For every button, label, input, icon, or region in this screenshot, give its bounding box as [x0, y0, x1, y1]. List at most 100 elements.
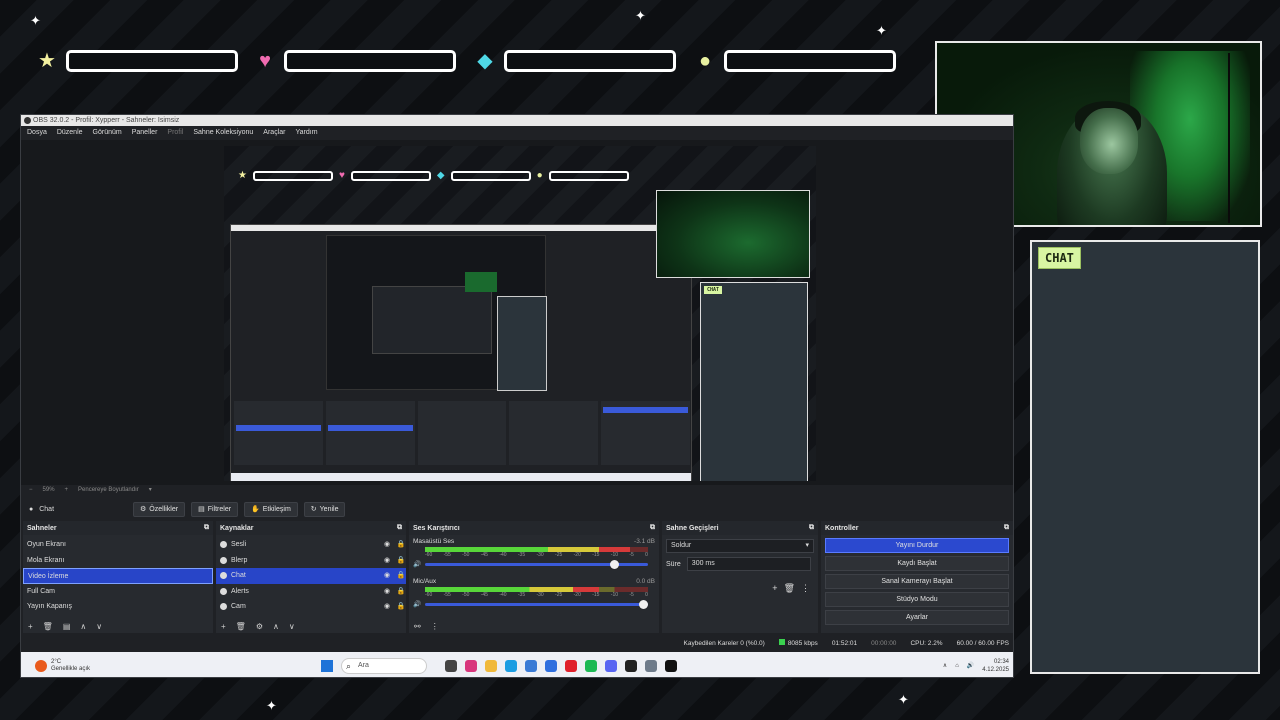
meter-scale: -60 -55 -50 -45 -40 -35 -30 -25 -20 -15 -10 -5 0 — [425, 592, 648, 598]
add-icon[interactable]: + — [772, 583, 777, 594]
zoom-plus-button[interactable]: + — [65, 485, 69, 496]
properties-button[interactable]: ⚙ Özellikler — [133, 501, 186, 517]
undock-icon[interactable]: ⧉ — [397, 524, 402, 532]
network-icon[interactable]: ⌂ — [955, 663, 959, 669]
scene-item[interactable]: Oyun Ekranı — [23, 537, 213, 553]
eye-icon[interactable]: ◉ — [382, 553, 392, 569]
scale-tick: -60 — [425, 552, 433, 558]
transition-selected: Soldur — [671, 542, 692, 549]
speaker-icon[interactable]: 🔊 — [413, 560, 421, 568]
zoom-fit-label[interactable]: Pencereye Boyutlandır — [78, 485, 139, 496]
scene-item[interactable]: Yayın Kapanış — [23, 599, 213, 615]
menu-view[interactable]: Görünüm — [93, 126, 122, 140]
start-virtual-camera-button[interactable]: Sanal Kamerayı Başlat — [825, 574, 1009, 589]
file-explorer-icon[interactable] — [485, 659, 497, 672]
scene-item[interactable]: Full Cam — [23, 584, 213, 600]
menu-scene-collection[interactable]: Sahne Koleksiyonu — [193, 126, 253, 140]
taskbar-clock[interactable]: 02:34 4.12.2025 — [982, 658, 1009, 674]
spotify-icon[interactable] — [585, 659, 597, 672]
discord-icon[interactable] — [605, 659, 617, 672]
menu-edit[interactable]: Düzenle — [57, 126, 83, 140]
filters-button[interactable]: ▤ Filtreler — [191, 501, 239, 517]
gear-icon[interactable]: ⚙ — [256, 622, 263, 631]
trash-icon[interactable]: 🗑 — [784, 583, 795, 594]
edge-icon[interactable] — [505, 659, 517, 672]
refresh-button[interactable]: ↻ Yenile — [303, 501, 346, 517]
volume-slider[interactable] — [425, 559, 649, 569]
volume-meter — [425, 587, 648, 592]
zoom-minus-button[interactable]: − — [29, 485, 33, 496]
widgets-icon[interactable] — [465, 659, 477, 672]
start-recording-button[interactable]: Kaydı Başlat — [825, 556, 1009, 571]
status-bar-pill — [724, 50, 896, 72]
scale-tick: -20 — [573, 592, 581, 598]
source-item-selected[interactable]: Chat ◉ 🔒 — [216, 568, 406, 584]
move-up-icon[interactable]: ∧ — [80, 622, 86, 631]
taskbar-search[interactable]: Ara — [341, 657, 427, 674]
trash-icon[interactable]: 🗑 — [43, 622, 53, 631]
source-name: Sesli — [231, 541, 247, 548]
scale-tick: -35 — [517, 592, 526, 598]
transition-select[interactable]: Soldur ▾ — [666, 539, 814, 553]
scene-item-selected[interactable]: Video İzleme — [23, 568, 213, 584]
preview-canvas[interactable]: ★ ♥ ◆ ● CHAT — [224, 146, 816, 481]
eye-icon[interactable]: ◉ — [382, 568, 392, 584]
outlook-icon[interactable] — [545, 659, 557, 672]
settings-button[interactable]: Ayarlar — [825, 610, 1009, 625]
source-item[interactable]: Cam ◉ 🔒 — [216, 599, 406, 615]
move-down-icon[interactable]: ∨ — [96, 622, 102, 631]
undock-icon[interactable]: ⧉ — [809, 524, 814, 532]
speaker-icon[interactable]: 🔊 — [413, 600, 421, 608]
lock-icon[interactable]: 🔒 — [396, 553, 406, 569]
volume-slider-knob[interactable] — [609, 559, 619, 569]
source-item[interactable]: Blerp ◉ 🔒 — [216, 553, 406, 569]
link-icon[interactable]: ⚯ — [414, 622, 421, 631]
scene-item[interactable]: Mola Ekranı — [23, 553, 213, 569]
windows-start-icon[interactable] — [321, 659, 333, 672]
eye-icon[interactable]: ◉ — [382, 584, 392, 600]
volume-slider-knob[interactable] — [638, 599, 648, 609]
lock-icon[interactable]: 🔒 — [396, 584, 406, 600]
move-down-icon[interactable]: ∨ — [289, 622, 295, 631]
add-icon[interactable]: + — [221, 622, 226, 631]
trash-icon[interactable]: 🗑 — [236, 622, 246, 631]
speaker-icon[interactable]: 🔊 — [967, 662, 974, 669]
source-item[interactable]: Alerts ◉ 🔒 — [216, 584, 406, 600]
add-icon[interactable]: + — [28, 622, 33, 631]
volume-slider[interactable] — [425, 599, 649, 609]
menu-file[interactable]: Dosya — [27, 126, 47, 140]
more-options-icon[interactable]: ⋮ — [801, 583, 810, 594]
weather-icon — [35, 659, 47, 672]
weather-widget[interactable]: 2°C Genellikle açık — [21, 659, 321, 673]
undock-icon[interactable]: ⧉ — [204, 524, 209, 532]
lock-icon[interactable]: 🔒 — [396, 599, 406, 615]
source-item[interactable]: Sesli ◉ 🔒 — [216, 537, 406, 553]
interact-button[interactable]: ✋ Etkileşim — [244, 501, 298, 517]
task-view-icon[interactable] — [445, 659, 457, 672]
settings-icon[interactable] — [645, 659, 657, 672]
opera-icon[interactable] — [565, 659, 577, 672]
studio-mode-button[interactable]: Stüdyo Modu — [825, 592, 1009, 607]
menu-docks[interactable]: Paneller — [132, 126, 158, 140]
move-up-icon[interactable]: ∧ — [273, 622, 279, 631]
more-options-icon[interactable]: ⋮ — [431, 622, 439, 631]
terminal-icon[interactable] — [625, 659, 637, 672]
stop-streaming-button[interactable]: Yayını Durdur — [825, 538, 1009, 553]
undock-icon[interactable]: ⧉ — [650, 524, 655, 532]
menu-profile[interactable]: Profil — [167, 126, 183, 140]
eye-icon[interactable]: ◉ — [382, 599, 392, 615]
undock-icon[interactable]: ⧉ — [1004, 524, 1009, 532]
zoom-dropdown-icon[interactable]: ▾ — [149, 485, 152, 496]
chevron-up-icon[interactable]: ∧ — [943, 662, 947, 669]
lock-icon[interactable]: 🔒 — [396, 537, 406, 553]
menu-tools[interactable]: Araçlar — [263, 126, 285, 140]
sparkle-decoration: ✦ — [898, 692, 909, 707]
duration-input[interactable]: 300 ms — [686, 557, 811, 571]
chat-overlay-panel: CHAT — [1030, 240, 1260, 674]
lock-icon[interactable]: 🔒 — [396, 568, 406, 584]
menu-help[interactable]: Yardım — [295, 126, 317, 140]
eye-icon[interactable]: ◉ — [382, 537, 392, 553]
store-icon[interactable] — [525, 659, 537, 672]
filter-icon[interactable]: ▤ — [63, 622, 71, 631]
obs-icon[interactable] — [665, 659, 677, 672]
